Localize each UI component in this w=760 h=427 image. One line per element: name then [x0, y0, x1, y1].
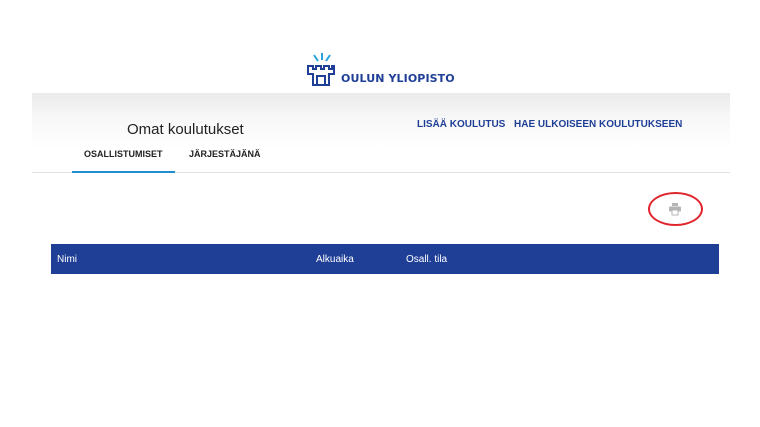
print-icon[interactable]: [668, 202, 682, 216]
add-training-link[interactable]: LISÄÄ KOULUTUS: [417, 119, 505, 130]
tab-osallistumiset[interactable]: OSALLISTUMISET: [84, 149, 163, 159]
column-header-name[interactable]: Nimi: [57, 254, 77, 265]
column-header-start-time[interactable]: Alkuaika: [316, 254, 354, 265]
university-castle-logo-icon: [307, 65, 335, 86]
tab-jarjestajana[interactable]: JÄRJESTÄJÄNÄ: [189, 149, 261, 159]
page-header: Omat koulutukset OSALLISTUMISET JÄRJESTÄ…: [32, 93, 730, 173]
apply-external-training-link[interactable]: HAE ULKOISEEN KOULUTUKSEEN: [514, 119, 682, 130]
university-logo[interactable]: OULUN YLIOPISTO: [306, 52, 456, 92]
brand-name: OULUN YLIOPISTO: [341, 72, 455, 85]
table-header: Nimi Alkuaika Osall. tila: [51, 244, 719, 274]
page-title: Omat koulutukset: [127, 121, 244, 138]
column-header-participation-status[interactable]: Osall. tila: [406, 254, 447, 265]
print-area: [648, 192, 703, 226]
active-tab-indicator: [72, 171, 175, 173]
